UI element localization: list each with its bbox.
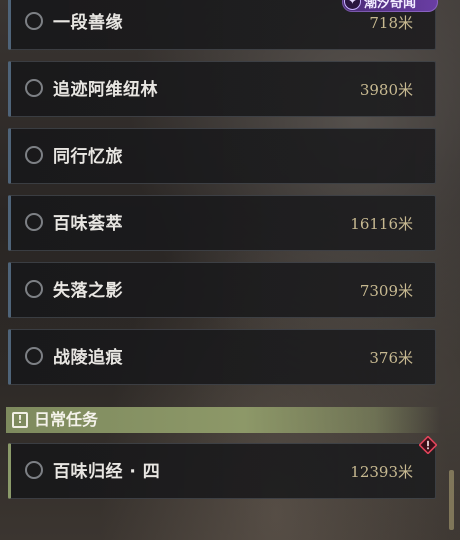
quest-tracker-panel: 一段善缘 718米 ✦ 潮汐奇闻 追迹阿维纽林 3980米 同行忆旅 百味荟萃 … (0, 0, 460, 540)
daily-quests-header[interactable]: ! 日常任务 (6, 407, 440, 433)
quest-title: 一段善缘 (53, 13, 123, 33)
radio-circle-icon[interactable] (25, 213, 43, 231)
tide-anecdote-badge[interactable]: ✦ 潮汐奇闻 (342, 0, 438, 12)
quest-item-2[interactable]: 追迹阿维纽林 3980米 (8, 61, 436, 117)
quest-title: 同行忆旅 (53, 147, 123, 167)
radio-circle-icon[interactable] (25, 146, 43, 164)
exclamation-box-icon: ! (12, 412, 28, 428)
badge-label: 潮汐奇闻 (364, 0, 417, 11)
quest-distance: 376米 (369, 349, 413, 367)
daily-quest-item-1[interactable]: 百味归经 · 四 12393米 (8, 443, 436, 499)
sparkle-icon: ✦ (344, 0, 361, 10)
quest-distance: 16116米 (350, 215, 413, 233)
diamond-alert-icon[interactable] (419, 436, 437, 454)
quest-title: 百味归经 · 四 (53, 462, 161, 482)
quest-item-5[interactable]: 失落之影 7309米 (8, 262, 436, 318)
radio-circle-icon[interactable] (25, 461, 43, 479)
radio-circle-icon[interactable] (25, 12, 43, 30)
quest-item-6[interactable]: 战陵追痕 376米 (8, 329, 436, 385)
scrollbar-thumb[interactable] (449, 470, 454, 530)
quest-distance: 12393米 (350, 463, 413, 481)
quest-item-3[interactable]: 同行忆旅 (8, 128, 436, 184)
quest-title: 追迹阿维纽林 (53, 80, 158, 100)
quest-item-4[interactable]: 百味荟萃 16116米 (8, 195, 436, 251)
quest-distance: 3980米 (359, 81, 413, 99)
quest-title: 百味荟萃 (53, 214, 123, 234)
quest-title: 战陵追痕 (53, 348, 123, 368)
radio-circle-icon[interactable] (25, 79, 43, 97)
quest-title: 失落之影 (53, 281, 123, 301)
radio-circle-icon[interactable] (25, 280, 43, 298)
radio-circle-icon[interactable] (25, 347, 43, 365)
section-label: 日常任务 (34, 410, 99, 429)
quest-distance: 7309米 (359, 282, 413, 300)
